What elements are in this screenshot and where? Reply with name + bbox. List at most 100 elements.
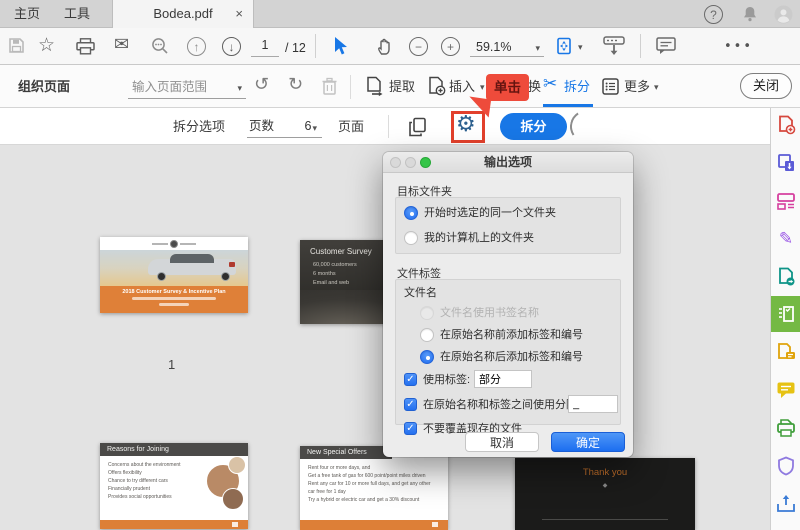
- ok-button[interactable]: 确定: [551, 432, 625, 452]
- page-number-input[interactable]: 1: [251, 38, 279, 57]
- page-count-input[interactable]: 6: [294, 115, 322, 138]
- redo-icon[interactable]: ↻: [288, 76, 303, 94]
- arrow-up-glyph: ↑: [193, 39, 200, 54]
- document-tab[interactable]: Bodea.pdf ×: [112, 0, 254, 28]
- comment-tool-icon[interactable]: [775, 379, 797, 401]
- radio-my-computer[interactable]: [404, 231, 418, 245]
- dialog-titlebar[interactable]: 输出选项: [383, 152, 633, 173]
- email-icon[interactable]: ✉: [114, 36, 129, 54]
- previous-page-icon[interactable]: ↑: [187, 37, 206, 56]
- radio-label-after-name-label[interactable]: 在原始名称后添加标签和编号: [440, 350, 583, 364]
- brand-logo-mark: [170, 239, 178, 248]
- arrow-down-glyph: ↓: [228, 39, 235, 54]
- page-thumbnail-6[interactable]: Thank you ◆: [515, 458, 695, 530]
- send-pdf-icon[interactable]: [775, 266, 797, 288]
- circle-annotation-partial: [566, 106, 607, 147]
- cover-photo: [100, 250, 248, 286]
- separator-input[interactable]: [568, 395, 618, 413]
- edit-pdf-icon[interactable]: [775, 190, 797, 212]
- plus-glyph: +: [446, 39, 454, 54]
- slide-title: New Special Offers: [300, 446, 392, 459]
- split-tab[interactable]: 拆分: [564, 65, 590, 108]
- scan-ocr-icon[interactable]: [775, 417, 797, 439]
- acrobat-window: 主页 工具 Bodea.pdf × ? ☆ ✉ ↑ ↓ 1 / 12 − + 5…: [0, 0, 800, 530]
- slide-title: Reasons for Joining: [100, 443, 248, 456]
- separator-checkbox[interactable]: ✓: [404, 398, 417, 411]
- chevron-down-icon: ▾: [535, 43, 540, 53]
- cancel-button[interactable]: 取消: [465, 432, 539, 452]
- search-icon[interactable]: [151, 37, 169, 55]
- star-icon[interactable]: ☆: [38, 36, 55, 55]
- radio-label-after-name[interactable]: [420, 350, 434, 364]
- copy-pages-icon[interactable]: [408, 117, 427, 137]
- extract-button[interactable]: 提取: [389, 65, 415, 108]
- save-icon[interactable]: [8, 37, 25, 54]
- label-text-input[interactable]: [474, 370, 532, 388]
- zoom-level-control[interactable]: 59.1% ▾: [470, 38, 544, 57]
- use-label-checkbox[interactable]: ✓: [404, 373, 417, 386]
- radio-same-folder[interactable]: [404, 206, 418, 220]
- replace-button-partial[interactable]: 换: [528, 65, 541, 108]
- select-tool-icon[interactable]: [331, 36, 349, 56]
- more-button[interactable]: 更多: [624, 65, 650, 108]
- close-tab-icon[interactable]: ×: [235, 0, 243, 28]
- avatar[interactable]: [774, 5, 793, 24]
- radio-label-before-name[interactable]: [420, 328, 434, 342]
- combine-files-icon[interactable]: [775, 341, 797, 363]
- next-page-icon[interactable]: ↓: [222, 37, 241, 56]
- fill-and-sign-icon[interactable]: ✎: [775, 228, 797, 250]
- print-icon[interactable]: [76, 38, 95, 55]
- window-zoom-button[interactable]: [420, 157, 431, 168]
- page-thumbnail-1[interactable]: 2018 Customer Survey & Incentive Plan: [100, 237, 248, 313]
- slide-bullet: Provides social opportunities: [108, 494, 172, 500]
- comment-icon[interactable]: [656, 37, 676, 55]
- organize-pages-toolbar: 组织页面 输入页面范围 ▾ ↺ ↻ 提取 插入 ▾ 换 ✂ 拆分 更多 ▾ 关闭: [0, 65, 800, 108]
- page-thumbnail-5[interactable]: New Special Offers Rent four or more day…: [300, 446, 448, 530]
- tab-home[interactable]: 主页: [14, 0, 40, 28]
- slide-bullet: Concerns about the environment: [108, 462, 181, 468]
- split-action-button[interactable]: 拆分: [500, 113, 567, 140]
- page-thumbnail-4[interactable]: Reasons for Joining Concerns about the e…: [100, 443, 248, 529]
- help-glyph: ?: [710, 7, 717, 22]
- no-overwrite-checkbox[interactable]: ✓: [404, 422, 417, 435]
- more-tools-icon[interactable]: •••: [724, 40, 753, 53]
- splitbar-divider: [388, 115, 389, 138]
- more-options-icon[interactable]: [602, 78, 619, 95]
- hand-tool-icon[interactable]: [376, 36, 394, 56]
- toolbar-options-icon[interactable]: [603, 36, 625, 56]
- zoom-level-value: 59.1%: [476, 40, 512, 54]
- radio-my-computer-label[interactable]: 我的计算机上的文件夹: [424, 231, 534, 245]
- insert-icon[interactable]: [427, 76, 446, 96]
- page-fit-chevron-icon[interactable]: ▾: [578, 42, 583, 53]
- use-label-checkbox-label[interactable]: 使用标签:: [423, 373, 470, 387]
- export-pdf-icon[interactable]: [775, 152, 797, 174]
- radio-bookmark-names-label: 文件名使用书签名称: [440, 307, 539, 319]
- help-icon[interactable]: ?: [704, 5, 723, 24]
- radio-same-folder-label[interactable]: 开始时选定的同一个文件夹: [424, 206, 556, 220]
- window-close-button[interactable]: [390, 157, 401, 168]
- page-range-dropdown[interactable]: 输入页面范围 ▾: [128, 75, 246, 99]
- zoom-in-icon[interactable]: +: [441, 37, 460, 56]
- window-minimize-button[interactable]: [405, 157, 416, 168]
- page-fit-icon[interactable]: [556, 37, 574, 55]
- bell-icon[interactable]: [741, 5, 759, 23]
- undo-icon[interactable]: ↺: [254, 76, 269, 94]
- target-folder-groupbox: 开始时选定的同一个文件夹 我的计算机上的文件夹: [395, 197, 621, 254]
- zoom-out-icon[interactable]: −: [409, 37, 428, 56]
- protect-icon[interactable]: [775, 455, 797, 477]
- radio-bookmark-names: [420, 306, 434, 320]
- separator-checkbox-label[interactable]: 在原始名称和标签之间使用分隔符:: [423, 398, 591, 412]
- tab-tools[interactable]: 工具: [64, 0, 90, 28]
- close-button[interactable]: 关闭: [740, 73, 792, 99]
- extract-icon[interactable]: [365, 76, 384, 96]
- slide-bullet: Offers flexibility: [108, 470, 142, 476]
- orgbar-divider: [350, 75, 351, 99]
- organize-pages-title: 组织页面: [18, 79, 71, 94]
- create-pdf-icon[interactable]: [775, 114, 797, 136]
- share-icon[interactable]: [775, 493, 797, 515]
- radio-label-before-name-label[interactable]: 在原始名称前添加标签和编号: [440, 328, 583, 342]
- delete-pages-icon[interactable]: [321, 77, 338, 96]
- organize-pages-icon[interactable]: [775, 303, 797, 325]
- slide-bullet: Chance to try different cars: [108, 478, 168, 484]
- check-icon: ✓: [406, 374, 415, 385]
